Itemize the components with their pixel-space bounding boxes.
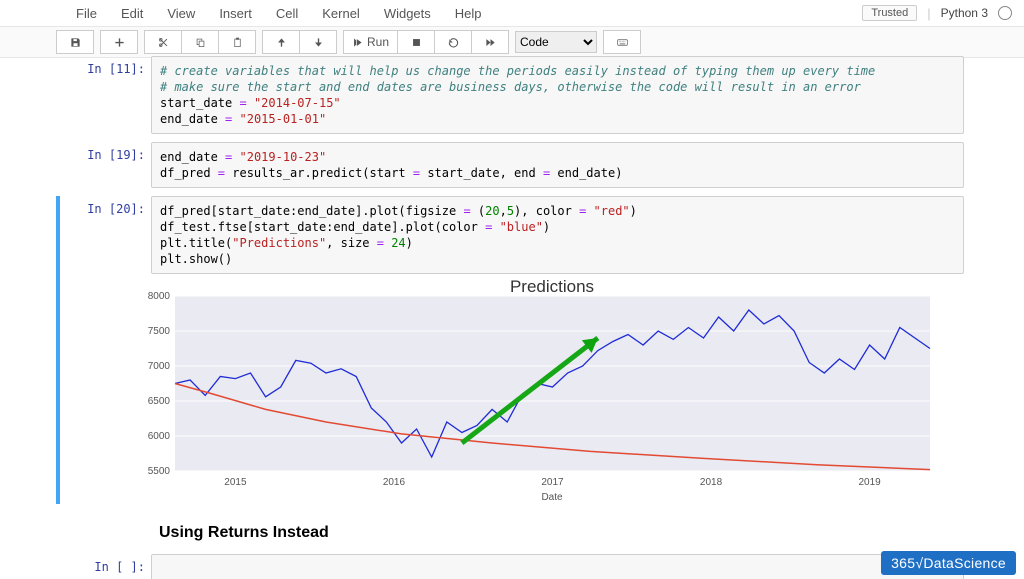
- prompt: In [19]:: [60, 142, 151, 188]
- menu-help[interactable]: Help: [443, 2, 494, 25]
- restart-run-all-button[interactable]: [472, 30, 509, 54]
- save-icon: [70, 37, 81, 48]
- input-area[interactable]: end_date = "2019-10-23" df_pred = result…: [151, 142, 964, 188]
- svg-text:2017: 2017: [541, 477, 564, 488]
- menu-kernel[interactable]: Kernel: [310, 2, 372, 25]
- copy-button[interactable]: [182, 30, 219, 54]
- svg-text:2016: 2016: [383, 477, 406, 488]
- menu-widgets[interactable]: Widgets: [372, 2, 443, 25]
- fast-forward-icon: [485, 37, 496, 48]
- run-label: Run: [367, 35, 389, 49]
- input-area[interactable]: # create variables that will help us cha…: [151, 56, 964, 134]
- code-cell[interactable]: In [19]: end_date = "2019-10-23" df_pred…: [60, 142, 964, 188]
- svg-text:Date: Date: [541, 492, 563, 503]
- input-area[interactable]: df_pred[start_date:end_date].plot(figsiz…: [151, 196, 964, 274]
- run-icon: [352, 37, 363, 48]
- svg-text:7500: 7500: [148, 326, 171, 337]
- cell-type-select[interactable]: Code: [515, 31, 597, 53]
- svg-text:Predictions: Predictions: [510, 278, 594, 296]
- trusted-button[interactable]: Trusted: [862, 5, 917, 21]
- menu-cell[interactable]: Cell: [264, 2, 310, 25]
- cut-button[interactable]: [144, 30, 182, 54]
- markdown-cell[interactable]: Using Returns Instead: [60, 512, 964, 546]
- restart-button[interactable]: [435, 30, 472, 54]
- menu-view[interactable]: View: [155, 2, 207, 25]
- code-cell[interactable]: In [11]: # create variables that will he…: [60, 56, 964, 134]
- scissors-icon: [158, 37, 169, 48]
- prompt: [60, 512, 151, 546]
- datascience-logo: 365√DataScience: [881, 551, 1016, 575]
- prompt: In [20]:: [60, 196, 151, 274]
- heading: Using Returns Instead: [151, 512, 329, 546]
- arrow-up-icon: [276, 37, 287, 48]
- svg-text:6500: 6500: [148, 396, 171, 407]
- menubar: File Edit View Insert Cell Kernel Widget…: [0, 0, 1024, 27]
- kernel-indicator-icon[interactable]: [998, 6, 1012, 20]
- menu-edit[interactable]: Edit: [109, 2, 155, 25]
- svg-text:8000: 8000: [148, 291, 171, 302]
- svg-text:2015: 2015: [224, 477, 247, 488]
- code-cell-selected[interactable]: In [20]: df_pred[start_date:end_date].pl…: [56, 196, 964, 504]
- insert-cell-button[interactable]: [100, 30, 138, 54]
- move-up-button[interactable]: [262, 30, 300, 54]
- plus-icon: [114, 37, 125, 48]
- svg-text:5500: 5500: [148, 466, 171, 477]
- paste-button[interactable]: [219, 30, 256, 54]
- interrupt-button[interactable]: [398, 30, 435, 54]
- menu-file[interactable]: File: [64, 2, 109, 25]
- run-button[interactable]: Run: [343, 30, 398, 54]
- keyboard-icon: [617, 37, 628, 48]
- output-area: 5500 6000 6500 7000 7500 8000 2015 2016 2017 201…: [145, 278, 964, 504]
- prompt: In [11]:: [60, 56, 151, 134]
- kernel-name: Python 3: [941, 6, 988, 20]
- code-cell[interactable]: In [ ]:: [60, 554, 964, 579]
- predictions-chart: 5500 6000 6500 7000 7500 8000 2015 2016 2017 201…: [145, 278, 937, 504]
- svg-text:6000: 6000: [148, 431, 171, 442]
- svg-text:7000: 7000: [148, 361, 171, 372]
- input-area[interactable]: [151, 554, 964, 579]
- svg-text:2018: 2018: [700, 477, 723, 488]
- menu-insert[interactable]: Insert: [207, 2, 264, 25]
- move-down-button[interactable]: [300, 30, 337, 54]
- restart-icon: [448, 37, 459, 48]
- save-button[interactable]: [56, 30, 94, 54]
- svg-text:2019: 2019: [858, 477, 881, 488]
- prompt: In [ ]:: [60, 554, 151, 579]
- clipboard-icon: [232, 37, 243, 48]
- arrow-down-icon: [313, 37, 324, 48]
- notebook-container: In [11]: # create variables that will he…: [0, 52, 1024, 579]
- command-palette-button[interactable]: [603, 30, 641, 54]
- stop-icon: [411, 37, 422, 48]
- copy-icon: [195, 37, 206, 48]
